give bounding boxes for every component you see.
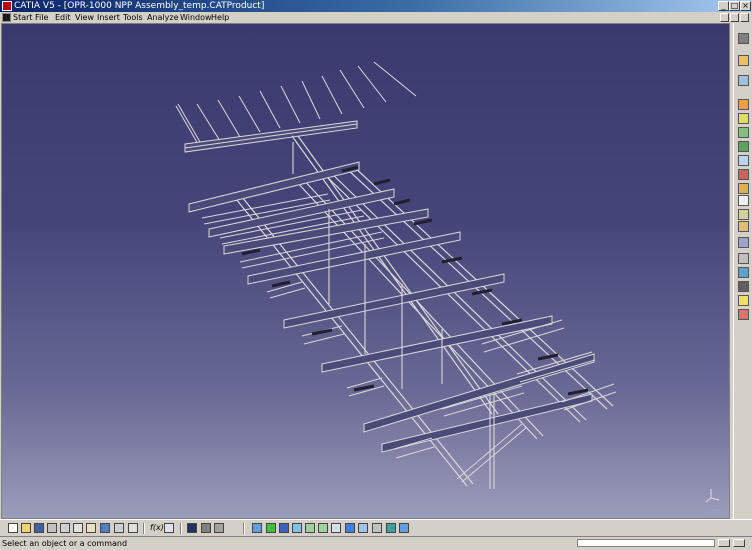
compass-icon[interactable] — [738, 33, 749, 44]
doc-restore-button[interactable] — [730, 13, 739, 22]
graph-tree-icon[interactable] — [738, 169, 749, 180]
clash-icon[interactable] — [738, 253, 749, 264]
menu-insert[interactable]: Insert — [97, 12, 120, 23]
measure-icon[interactable] — [738, 281, 749, 292]
new-icon[interactable] — [8, 523, 18, 533]
catia-app-icon[interactable] — [2, 1, 12, 11]
command-cancel-button[interactable] — [718, 539, 730, 547]
select-icon[interactable] — [738, 55, 749, 66]
close-button[interactable]: × — [740, 1, 751, 11]
catia-watermark: CATIA — [704, 508, 725, 516]
zoom-in-icon[interactable] — [305, 523, 315, 533]
title-bar: CATIA V5 - [OPR-1000 NPP Assembly_temp.C… — [0, 0, 752, 12]
product-icon[interactable] — [738, 99, 749, 110]
bottom-toolbar: f(x) — [0, 519, 752, 537]
right-toolbar — [733, 23, 752, 519]
swap-space-icon[interactable] — [399, 523, 409, 533]
toolbar-separator — [243, 523, 245, 534]
menu-file[interactable]: File — [35, 12, 48, 23]
whats-this-icon[interactable] — [128, 523, 138, 533]
fly-mode-icon[interactable] — [252, 523, 262, 533]
pan-icon[interactable] — [279, 523, 289, 533]
iso-view-icon[interactable] — [345, 523, 355, 533]
snap-component-icon[interactable] — [738, 221, 749, 232]
print-icon[interactable] — [47, 523, 57, 533]
existing-component-icon[interactable] — [738, 141, 749, 152]
publish-icon[interactable] — [214, 523, 224, 533]
menu-bar: Start File Edit View Insert Tools Analyz… — [0, 12, 752, 23]
lamp-icon[interactable] — [738, 295, 749, 306]
toolbar-separator — [143, 523, 145, 534]
replace-icon[interactable] — [738, 155, 749, 166]
command-ok-button[interactable] — [733, 539, 745, 547]
formula-icon[interactable]: f(x) — [150, 523, 164, 532]
minimize-button[interactable]: _ — [718, 1, 729, 11]
redo-icon[interactable] — [114, 523, 124, 533]
menu-tools[interactable]: Tools — [123, 12, 143, 23]
3d-viewport[interactable]: CATIA — [1, 23, 730, 519]
knowledge-icon[interactable] — [164, 523, 174, 533]
cut-icon[interactable] — [60, 523, 70, 533]
rotate-icon[interactable] — [292, 523, 302, 533]
manipulation-icon[interactable] — [738, 209, 749, 220]
toolbar-separator — [180, 523, 182, 534]
doc-close-button[interactable] — [740, 13, 749, 22]
fit-all-icon[interactable] — [266, 523, 276, 533]
menu-view[interactable]: View — [75, 12, 94, 23]
explode-icon[interactable] — [738, 237, 749, 248]
menu-edit[interactable]: Edit — [55, 12, 71, 23]
document-icon[interactable] — [2, 13, 11, 22]
normal-view-icon[interactable] — [331, 523, 341, 533]
steel-frame-model[interactable] — [2, 24, 730, 519]
hide-show-icon[interactable] — [386, 523, 396, 533]
catalog-icon[interactable] — [187, 523, 197, 533]
component-icon[interactable] — [738, 113, 749, 124]
multi-view-icon[interactable] — [358, 523, 368, 533]
zoom-out-icon[interactable] — [318, 523, 328, 533]
copy-icon[interactable] — [73, 523, 83, 533]
sectioning-icon[interactable] — [738, 267, 749, 278]
maximize-button[interactable]: □ — [729, 1, 740, 11]
undo-icon[interactable] — [100, 523, 110, 533]
status-bar: Select an object or a command — [0, 536, 752, 550]
menu-analyze[interactable]: Analyze — [147, 12, 179, 23]
constraint-icon[interactable] — [738, 309, 749, 320]
open-icon[interactable] — [21, 523, 31, 533]
snap-icon[interactable] — [738, 75, 749, 86]
command-input[interactable] — [577, 539, 715, 547]
bill-of-material-icon[interactable] — [738, 195, 749, 206]
menu-start[interactable]: Start — [13, 12, 33, 23]
paste-icon[interactable] — [86, 523, 96, 533]
shading-icon[interactable] — [372, 523, 382, 533]
part-icon[interactable] — [738, 127, 749, 138]
menu-window[interactable]: Window — [180, 12, 212, 23]
window-title: CATIA V5 - [OPR-1000 NPP Assembly_temp.C… — [14, 1, 265, 11]
doc-minimize-button[interactable] — [720, 13, 729, 22]
menu-help[interactable]: Help — [211, 12, 229, 23]
save-icon[interactable] — [34, 523, 44, 533]
status-message: Select an object or a command — [2, 539, 128, 548]
design-table-icon[interactable] — [201, 523, 211, 533]
compass-axis-icon — [705, 489, 720, 503]
generate-numbering-icon[interactable] — [738, 183, 749, 194]
